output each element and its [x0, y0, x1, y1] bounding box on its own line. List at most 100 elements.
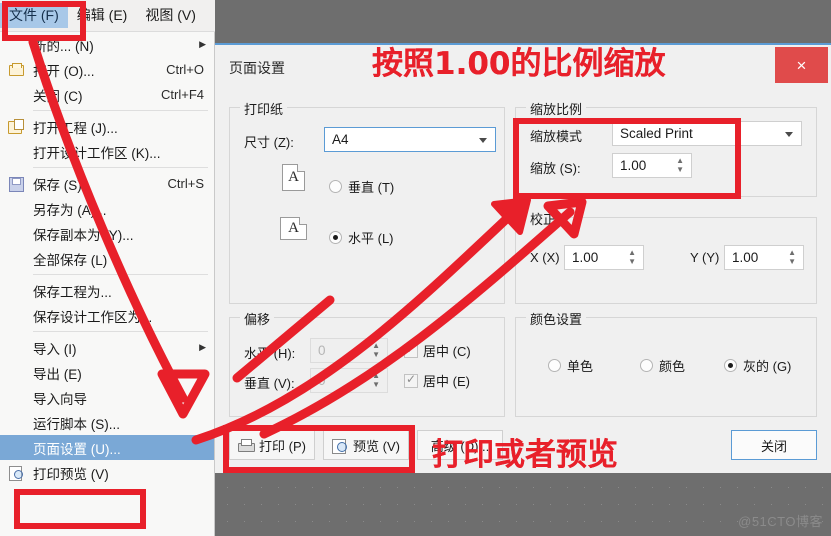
print-button[interactable]: 打印 (P): [229, 430, 315, 460]
menu-item-label: 打开 (O)...: [33, 63, 95, 79]
folder-open-icon: [8, 62, 25, 77]
color-option-color-label: 颜色: [659, 359, 686, 374]
menu-item-label: 关闭 (C): [33, 88, 83, 104]
color-option-gray-radio[interactable]: [724, 359, 737, 372]
preview-button-label: 预览 (V): [353, 438, 400, 454]
offset-group-legend: 偏移: [240, 309, 275, 328]
spinner-arrows-icon[interactable]: ▲ ▼: [372, 342, 380, 360]
menu-item-save-workspace-as-icon-slot: [0, 303, 33, 328]
menu-separator: [33, 331, 208, 332]
menu-separator: [33, 110, 208, 111]
menu-item-open-workspace-icon-slot: [0, 139, 33, 164]
menu-item-save-workspace-as[interactable]: 保存设计工作区为...: [0, 303, 214, 328]
menu-item-save-copy-as[interactable]: 保存副本为 (Y)...: [0, 221, 214, 246]
magnifier-page-icon: [332, 438, 348, 454]
menu-item-open[interactable]: 打开 (O)... Ctrl+O: [0, 57, 214, 82]
chevron-right-icon: ▶: [199, 39, 206, 49]
offset-vertical-spinner[interactable]: 0 ▲ ▼: [310, 368, 388, 393]
offset-vertical-center-checkbox[interactable]: [404, 372, 418, 388]
menu-item-export[interactable]: 导出 (E): [0, 360, 214, 385]
menubar-item-file[interactable]: 文件 (F): [0, 3, 68, 28]
menu-item-save[interactable]: 保存 (S) Ctrl+S: [0, 171, 214, 196]
menu-item-run-script[interactable]: 运行脚本 (S)...: [0, 410, 214, 435]
menu-item-save-copy-as-icon-slot: [0, 221, 33, 246]
paper-size-value: A4: [332, 132, 349, 147]
correction-x-spinner[interactable]: 1.00 ▲ ▼: [564, 245, 644, 270]
menu-item-open-project-icon-slot: [0, 114, 33, 139]
scale-value-spinner[interactable]: 1.00 ▲ ▼: [612, 153, 692, 178]
portrait-radio-row[interactable]: 垂直 (T): [329, 177, 394, 196]
landscape-radio[interactable]: [329, 231, 342, 244]
offset-horizontal-center-checkbox[interactable]: [404, 342, 418, 358]
menu-item-label: 打印预览 (V): [33, 466, 109, 482]
correction-group-legend: 校正: [526, 209, 561, 228]
menu-item-save-all[interactable]: 全部保存 (L): [0, 246, 214, 271]
offset-horizontal-center-label: 居中 (C): [423, 344, 471, 359]
color-option-color-row[interactable]: 颜色: [640, 356, 685, 375]
offset-vertical-center-row[interactable]: 居中 (E): [404, 371, 470, 390]
menu-item-label: 导入 (I): [33, 341, 77, 357]
menu-item-import-wizard[interactable]: 导入向导: [0, 385, 214, 410]
spinner-arrows-icon[interactable]: ▲ ▼: [788, 249, 796, 267]
printer-icon: [238, 438, 256, 452]
screen: 文件 (F) 编辑 (E) 视图 (V) 新的... (N) ▶ 打开 (O).…: [0, 0, 831, 536]
menu-item-open-workspace[interactable]: 打开设计工作区 (K)...: [0, 139, 214, 164]
menu-item-save-project-as[interactable]: 保存工程为...: [0, 278, 214, 303]
spinner-arrows-icon[interactable]: ▲ ▼: [372, 372, 380, 390]
menubar-item-view[interactable]: 视图 (V): [136, 3, 205, 28]
menu-item-label: 导出 (E): [33, 366, 82, 382]
menu-item-label: 保存副本为 (Y)...: [33, 227, 134, 243]
menu-item-page-setup[interactable]: 页面设置 (U)...: [0, 435, 214, 460]
spinner-arrows-icon[interactable]: ▲ ▼: [628, 249, 636, 267]
menu-item-shortcut: Ctrl+O: [166, 62, 204, 77]
color-option-gray-row[interactable]: 灰的 (G): [724, 356, 791, 375]
menu-item-label: 页面设置 (U)...: [33, 441, 121, 457]
color-option-gray-label: 灰的 (G): [743, 359, 792, 374]
folder-page-icon: [8, 119, 25, 134]
paper-size-combo[interactable]: A4: [324, 127, 496, 152]
save-icon: [8, 176, 25, 192]
color-option-color-radio[interactable]: [640, 359, 653, 372]
scale-value-label: 缩放 (S):: [530, 161, 581, 176]
offset-horizontal-spinner[interactable]: 0 ▲ ▼: [310, 338, 388, 363]
menu-item-print-preview[interactable]: 打印预览 (V): [0, 460, 214, 485]
menu-item-label: 另存为 (A)...: [33, 202, 107, 218]
offset-horizontal-center-row[interactable]: 居中 (C): [404, 341, 471, 360]
menu-item-open-project[interactable]: 打开工程 (J)...: [0, 114, 214, 139]
menubar-item-edit[interactable]: 编辑 (E): [68, 3, 137, 28]
chevron-down-icon: [785, 131, 793, 137]
menu-item-close-icon-slot: [0, 82, 33, 107]
menu-item-save-as-icon-slot: [0, 196, 33, 221]
offset-group: 偏移 水平 (H): 0 ▲▼ 居中 (C) 垂直 (V): 0 ▲▼ 居中 (…: [229, 309, 505, 417]
chevron-down-icon: [479, 137, 487, 143]
correction-y-spinner[interactable]: 1.00 ▲ ▼: [724, 245, 804, 270]
landscape-label: 水平 (L): [348, 231, 394, 246]
portrait-radio[interactable]: [329, 180, 342, 193]
preview-button[interactable]: 预览 (V): [323, 430, 409, 460]
color-option-mono-row[interactable]: 单色: [548, 356, 593, 375]
landscape-radio-row[interactable]: 水平 (L): [329, 228, 394, 247]
menu-item-shortcut: Ctrl+F4: [161, 87, 204, 102]
page-setup-dialog: 页面设置 × 打印纸 尺寸 (Z): A4 A 垂直 (T) A 水平 (L) …: [215, 43, 831, 473]
menu-separator: [33, 274, 208, 275]
close-button[interactable]: ×: [775, 47, 828, 83]
menu-item-import[interactable]: 导入 (I) ▶: [0, 335, 214, 360]
portrait-page-icon: A: [282, 164, 305, 191]
menu-item-close[interactable]: 关闭 (C) Ctrl+F4: [0, 82, 214, 107]
menu-item-save-as[interactable]: 另存为 (A)...: [0, 196, 214, 221]
menu-item-save-all-icon-slot: [0, 246, 33, 271]
menu-item-new-icon-slot: [0, 32, 33, 57]
dialog-title: 页面设置: [229, 60, 285, 76]
scale-mode-combo[interactable]: Scaled Print: [612, 121, 802, 146]
correction-y-label: Y (Y): [690, 250, 720, 265]
spinner-arrows-icon[interactable]: ▲ ▼: [676, 157, 684, 175]
paper-size-label: 尺寸 (Z):: [244, 135, 294, 150]
close-dialog-button[interactable]: 关闭: [731, 430, 817, 460]
scale-mode-value: Scaled Print: [620, 126, 693, 141]
menu-separator: [33, 167, 208, 168]
chevron-right-icon: ▶: [199, 342, 206, 352]
menu-item-save-icon-slot: [0, 171, 33, 196]
landscape-page-icon: A: [280, 217, 307, 240]
color-option-mono-radio[interactable]: [548, 359, 561, 372]
menu-item-new[interactable]: 新的... (N) ▶: [0, 32, 214, 57]
